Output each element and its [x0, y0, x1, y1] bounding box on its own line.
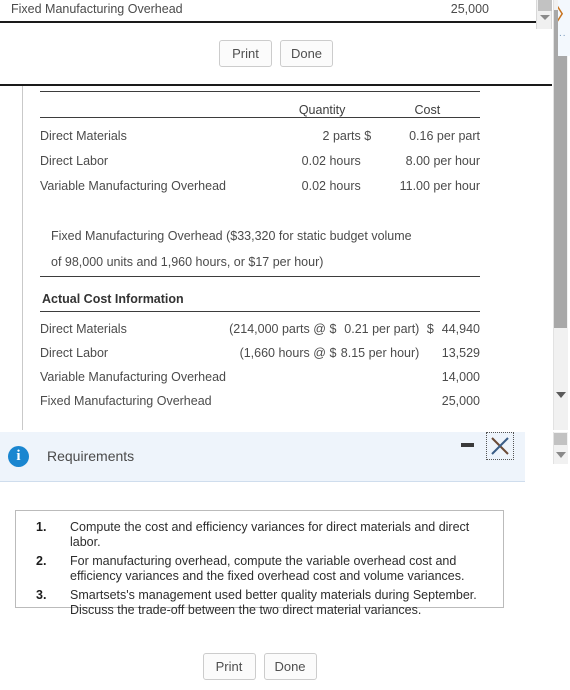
standards-row-2-quantity: 0.02 hours [301, 178, 361, 193]
standards-row-1-label: Direct Labor [40, 153, 109, 168]
top-button-row: Print Done [0, 40, 552, 67]
overhead-input-row[interactable]: Fixed Manufacturing Overhead 25,000 [0, 0, 552, 23]
standards-row-2-cost: 11.00 per hour [399, 178, 480, 193]
overhead-input-value: 25,000 [450, 2, 489, 16]
standards-row-0-cost: 0.16 per part [374, 117, 480, 143]
print-button-top[interactable]: Print [219, 40, 272, 67]
standards-header-cost: Cost [374, 91, 480, 118]
actual-row-3-label: Fixed Manufacturing Overhead [40, 394, 212, 408]
standards-row-0-label: Direct Materials [40, 117, 284, 143]
panel-scrollbar-thumb[interactable] [554, 10, 567, 328]
actual-row-2-detail-qty [228, 360, 326, 384]
requirements-dialog-title: Requirements [47, 448, 135, 464]
actual-row-3-amount: 25,000 [441, 394, 480, 408]
standards-row-2-dollar [361, 168, 375, 193]
edge-panel-toggle[interactable]: 〉 .. [558, 0, 570, 56]
actual-row-0-dollar2: $ [426, 322, 434, 336]
actual-row-1-label: Direct Labor [40, 346, 109, 360]
outer-scroll-down-arrow-icon[interactable] [556, 452, 566, 458]
standards-table: Quantity Cost Direct Materials 2 parts $… [40, 91, 480, 193]
chevron-right-icon: 〉 [558, 4, 570, 26]
standards-row-1-cost: 8.00 per hour [405, 153, 480, 168]
top-scrollbar-thumb[interactable] [538, 0, 552, 11]
actual-row-1-dollar2 [419, 336, 441, 360]
actual-row-0-detail-rate: 0.21 per part) [344, 322, 420, 336]
list-item: Compute the cost and efficiency variance… [36, 520, 470, 549]
standards-header-quantity: Quantity [283, 91, 361, 118]
requirements-button-row: Print Done [0, 653, 519, 680]
actual-row-2-dollar2 [419, 360, 441, 384]
requirements-dialog-header: i Requirements [0, 432, 525, 482]
requirements-list: Compute the cost and efficiency variance… [16, 511, 503, 618]
narrative-divider [40, 276, 480, 277]
scroll-down-arrow-icon[interactable] [556, 392, 566, 398]
minimize-icon[interactable] [461, 443, 474, 447]
actual-row-0-detail-qty: (214,000 parts @ [229, 322, 326, 336]
close-icon[interactable] [486, 432, 514, 460]
list-item: For manufacturing overhead, compute the … [36, 554, 465, 583]
cost-data-sheet: Quantity Cost Direct Materials 2 parts $… [22, 86, 530, 430]
actual-row-1-amount: 13,529 [441, 346, 480, 360]
outer-scrollbar-thumb[interactable] [554, 433, 567, 445]
actual-row-0-dollar: $ [329, 322, 337, 336]
table-row: Direct Materials (214,000 parts @ $ 0.21… [40, 312, 480, 336]
table-header-row: Quantity Cost [40, 91, 480, 118]
requirements-list-box: Compute the cost and efficiency variance… [15, 510, 504, 617]
narrative-line-2: of 98,000 units and 1,960 hours, or $17 … [51, 255, 324, 269]
info-icon: i [8, 446, 29, 467]
table-row: Fixed Manufacturing Overhead 25,000 [40, 384, 480, 408]
table-row: Direct Materials 2 parts $ 0.16 per part [40, 117, 480, 143]
drag-handle-dots-icon: .. [559, 28, 567, 39]
fixed-overhead-narrative: Fixed Manufacturing Overhead ($33,320 fo… [51, 223, 471, 275]
actual-row-1-detail-rate: 8.15 per hour) [340, 346, 420, 360]
actual-row-1-detail-qty: (1,660 hours @ [239, 346, 326, 360]
actual-row-2-dollar [326, 360, 340, 384]
cost-data-panel: Quantity Cost Direct Materials 2 parts $… [0, 84, 552, 430]
standards-row-2-label: Variable Manufacturing Overhead [40, 178, 226, 193]
standards-header-blank [40, 91, 284, 118]
table-row: Variable Manufacturing Overhead 14,000 [40, 360, 480, 384]
overhead-input-label: Fixed Manufacturing Overhead [11, 2, 183, 16]
chevron-down-icon[interactable] [540, 15, 550, 20]
print-button-dialog[interactable]: Print [202, 653, 256, 680]
standards-row-0-dollar: $ [360, 117, 375, 143]
table-row: Direct Labor (1,660 hours @ $ 8.15 per h… [40, 336, 480, 360]
actual-row-3-dollar [326, 384, 340, 408]
actual-row-3-detail-rate [340, 384, 419, 408]
narrative-line-1: Fixed Manufacturing Overhead ($33,320 fo… [51, 229, 412, 243]
table-row: Direct Labor 0.02 hours 8.00 per hour [40, 143, 480, 168]
actual-row-3-dollar2 [419, 384, 441, 408]
standards-row-0-quantity: 2 parts [283, 117, 361, 143]
standards-header-dollar-blank [360, 91, 375, 118]
actual-row-3-detail-qty [228, 384, 326, 408]
actual-row-0-label: Direct Materials [40, 322, 127, 336]
table-row: Variable Manufacturing Overhead 0.02 hou… [40, 168, 480, 193]
actual-row-2-detail-rate [340, 360, 419, 384]
done-button-top[interactable]: Done [280, 40, 333, 67]
standards-row-1-quantity: 0.02 hours [301, 153, 361, 168]
actual-row-2-amount: 14,000 [441, 370, 480, 384]
actual-row-0-amount: 44,940 [441, 322, 480, 336]
actual-cost-table: Direct Materials (214,000 parts @ $ 0.21… [40, 312, 480, 408]
actual-row-2-label: Variable Manufacturing Overhead [40, 370, 226, 384]
done-button-dialog[interactable]: Done [263, 653, 317, 680]
actual-cost-heading: Actual Cost Information [42, 292, 184, 306]
top-scrollbar-stub[interactable] [536, 0, 552, 29]
standards-row-1-dollar [361, 143, 375, 168]
list-item: Smartsets's management used better quali… [36, 588, 477, 617]
actual-row-1-dollar: $ [329, 346, 337, 360]
